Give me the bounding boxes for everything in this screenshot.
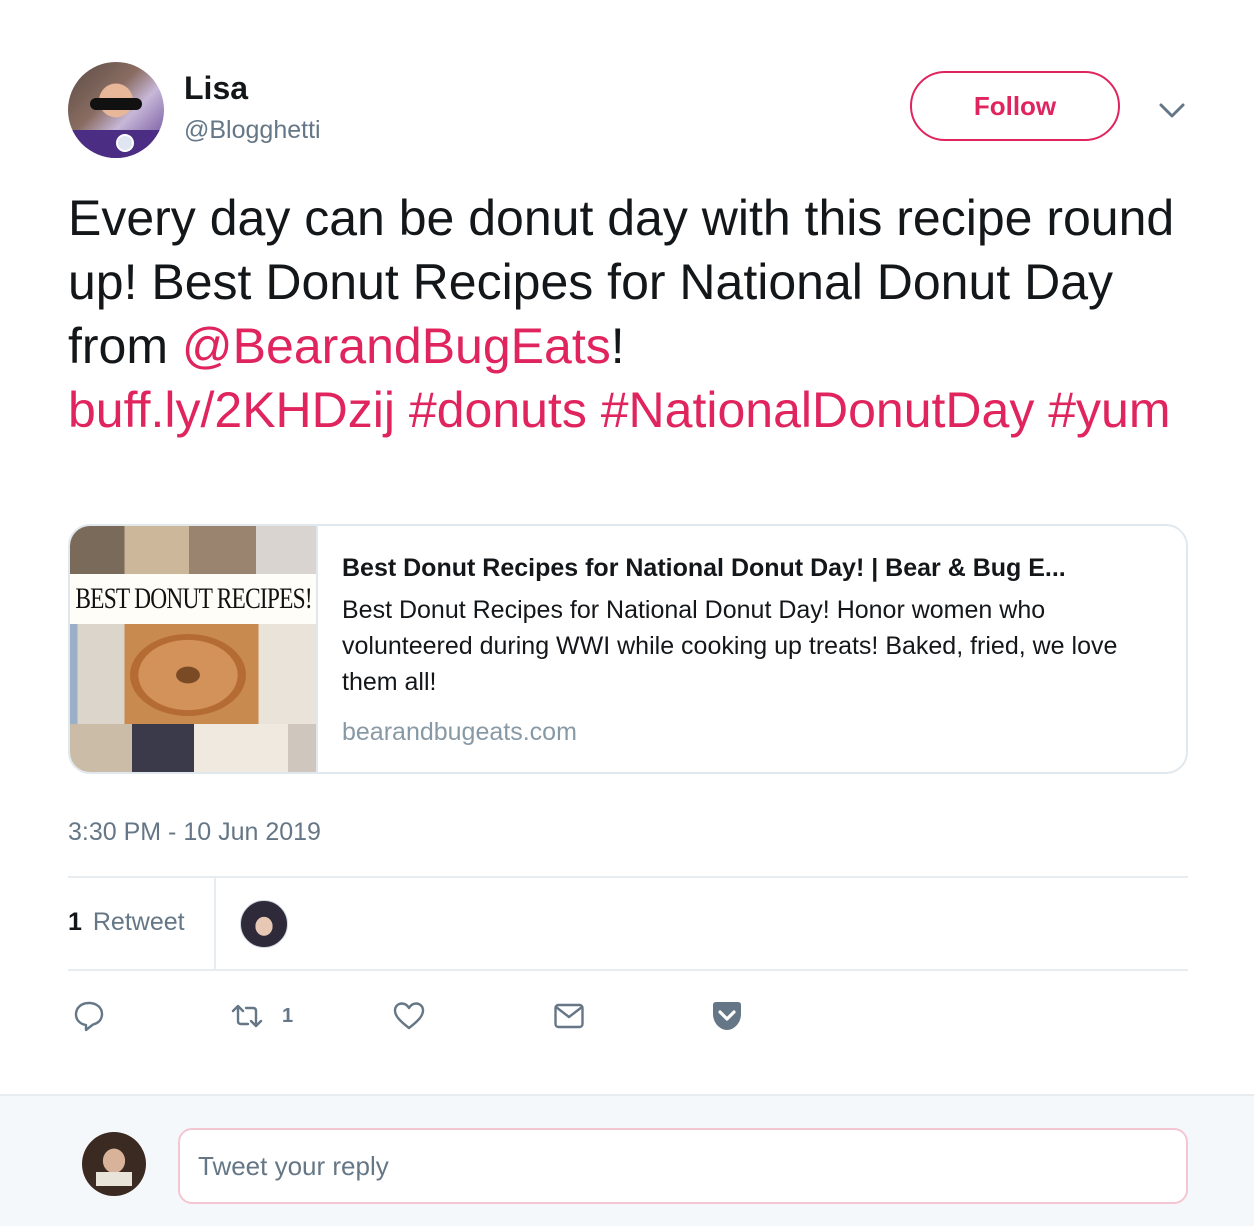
author-name[interactable]: Lisa [184,70,248,107]
retweet-icon [231,1004,263,1028]
mention-link[interactable]: @BearandBugEats [182,318,611,374]
card-domain: bearandbugeats.com [342,718,577,746]
reply-input[interactable] [178,1128,1188,1204]
heart-icon [393,1002,425,1030]
thumbnail-banner: BEST DONUT RECIPES! [70,574,316,624]
tweet-text-punct: ! [610,318,625,374]
author-handle[interactable]: @Blogghetti [184,116,321,145]
thumbnail-photo-strip [70,724,316,772]
donut-graphic [130,634,246,716]
tweet-text: Every day can be donut day with this rec… [68,186,1198,442]
like-button[interactable] [392,998,426,1034]
card-body: Best Donut Recipes for National Donut Da… [342,552,1172,747]
tweet-timestamp[interactable]: 3:30 PM - 10 Jun 2019 [68,818,321,847]
retweet-button[interactable]: 1 [230,998,293,1034]
retweet-stat[interactable]: 1 Retweet [68,908,185,937]
pocket-save-button[interactable] [710,998,744,1034]
link-preview-card[interactable]: BEST DONUT RECIPES! Best Donut Recipes f… [68,524,1188,774]
retweet-stat-count: 1 [68,908,82,936]
current-user-avatar[interactable] [82,1132,146,1196]
reply-button[interactable] [72,998,106,1034]
divider [68,876,1188,878]
card-description: Best Donut Recipes for National Donut Da… [342,596,1118,696]
reply-bar [0,1094,1254,1226]
badge-icon [116,134,134,152]
sunglasses-graphic [90,98,142,110]
hashtag-link[interactable]: #NationalDonutDay [601,382,1035,438]
pocket-icon [713,1002,741,1030]
avatar-sign-graphic [96,1172,132,1186]
tweet: Lisa @Blogghetti Follow Every day can be… [0,0,1254,1094]
thumbnail-main-photo [70,624,316,724]
divider [68,969,1188,971]
thumbnail-photo-strip [70,526,316,574]
stat-divider [214,877,216,969]
short-link[interactable]: buff.ly/2KHDzij [68,382,395,438]
thumbnail-title: BEST DONUT RECIPES! [75,582,313,615]
retweeter-avatar[interactable] [240,900,288,948]
hashtag-link[interactable]: #yum [1048,382,1170,438]
hashtag-link[interactable]: #donuts [409,382,587,438]
card-title: Best Donut Recipes for National Donut Da… [342,554,1066,582]
reply-icon [74,1001,104,1032]
author-avatar[interactable] [68,62,164,158]
envelope-icon [554,1003,584,1029]
retweet-count: 1 [282,1004,294,1027]
direct-message-button[interactable] [552,998,586,1034]
retweet-stat-label: Retweet [92,908,185,936]
chevron-down-icon[interactable] [1156,96,1188,124]
card-thumbnail: BEST DONUT RECIPES! [70,526,318,772]
follow-button[interactable]: Follow [910,71,1120,141]
